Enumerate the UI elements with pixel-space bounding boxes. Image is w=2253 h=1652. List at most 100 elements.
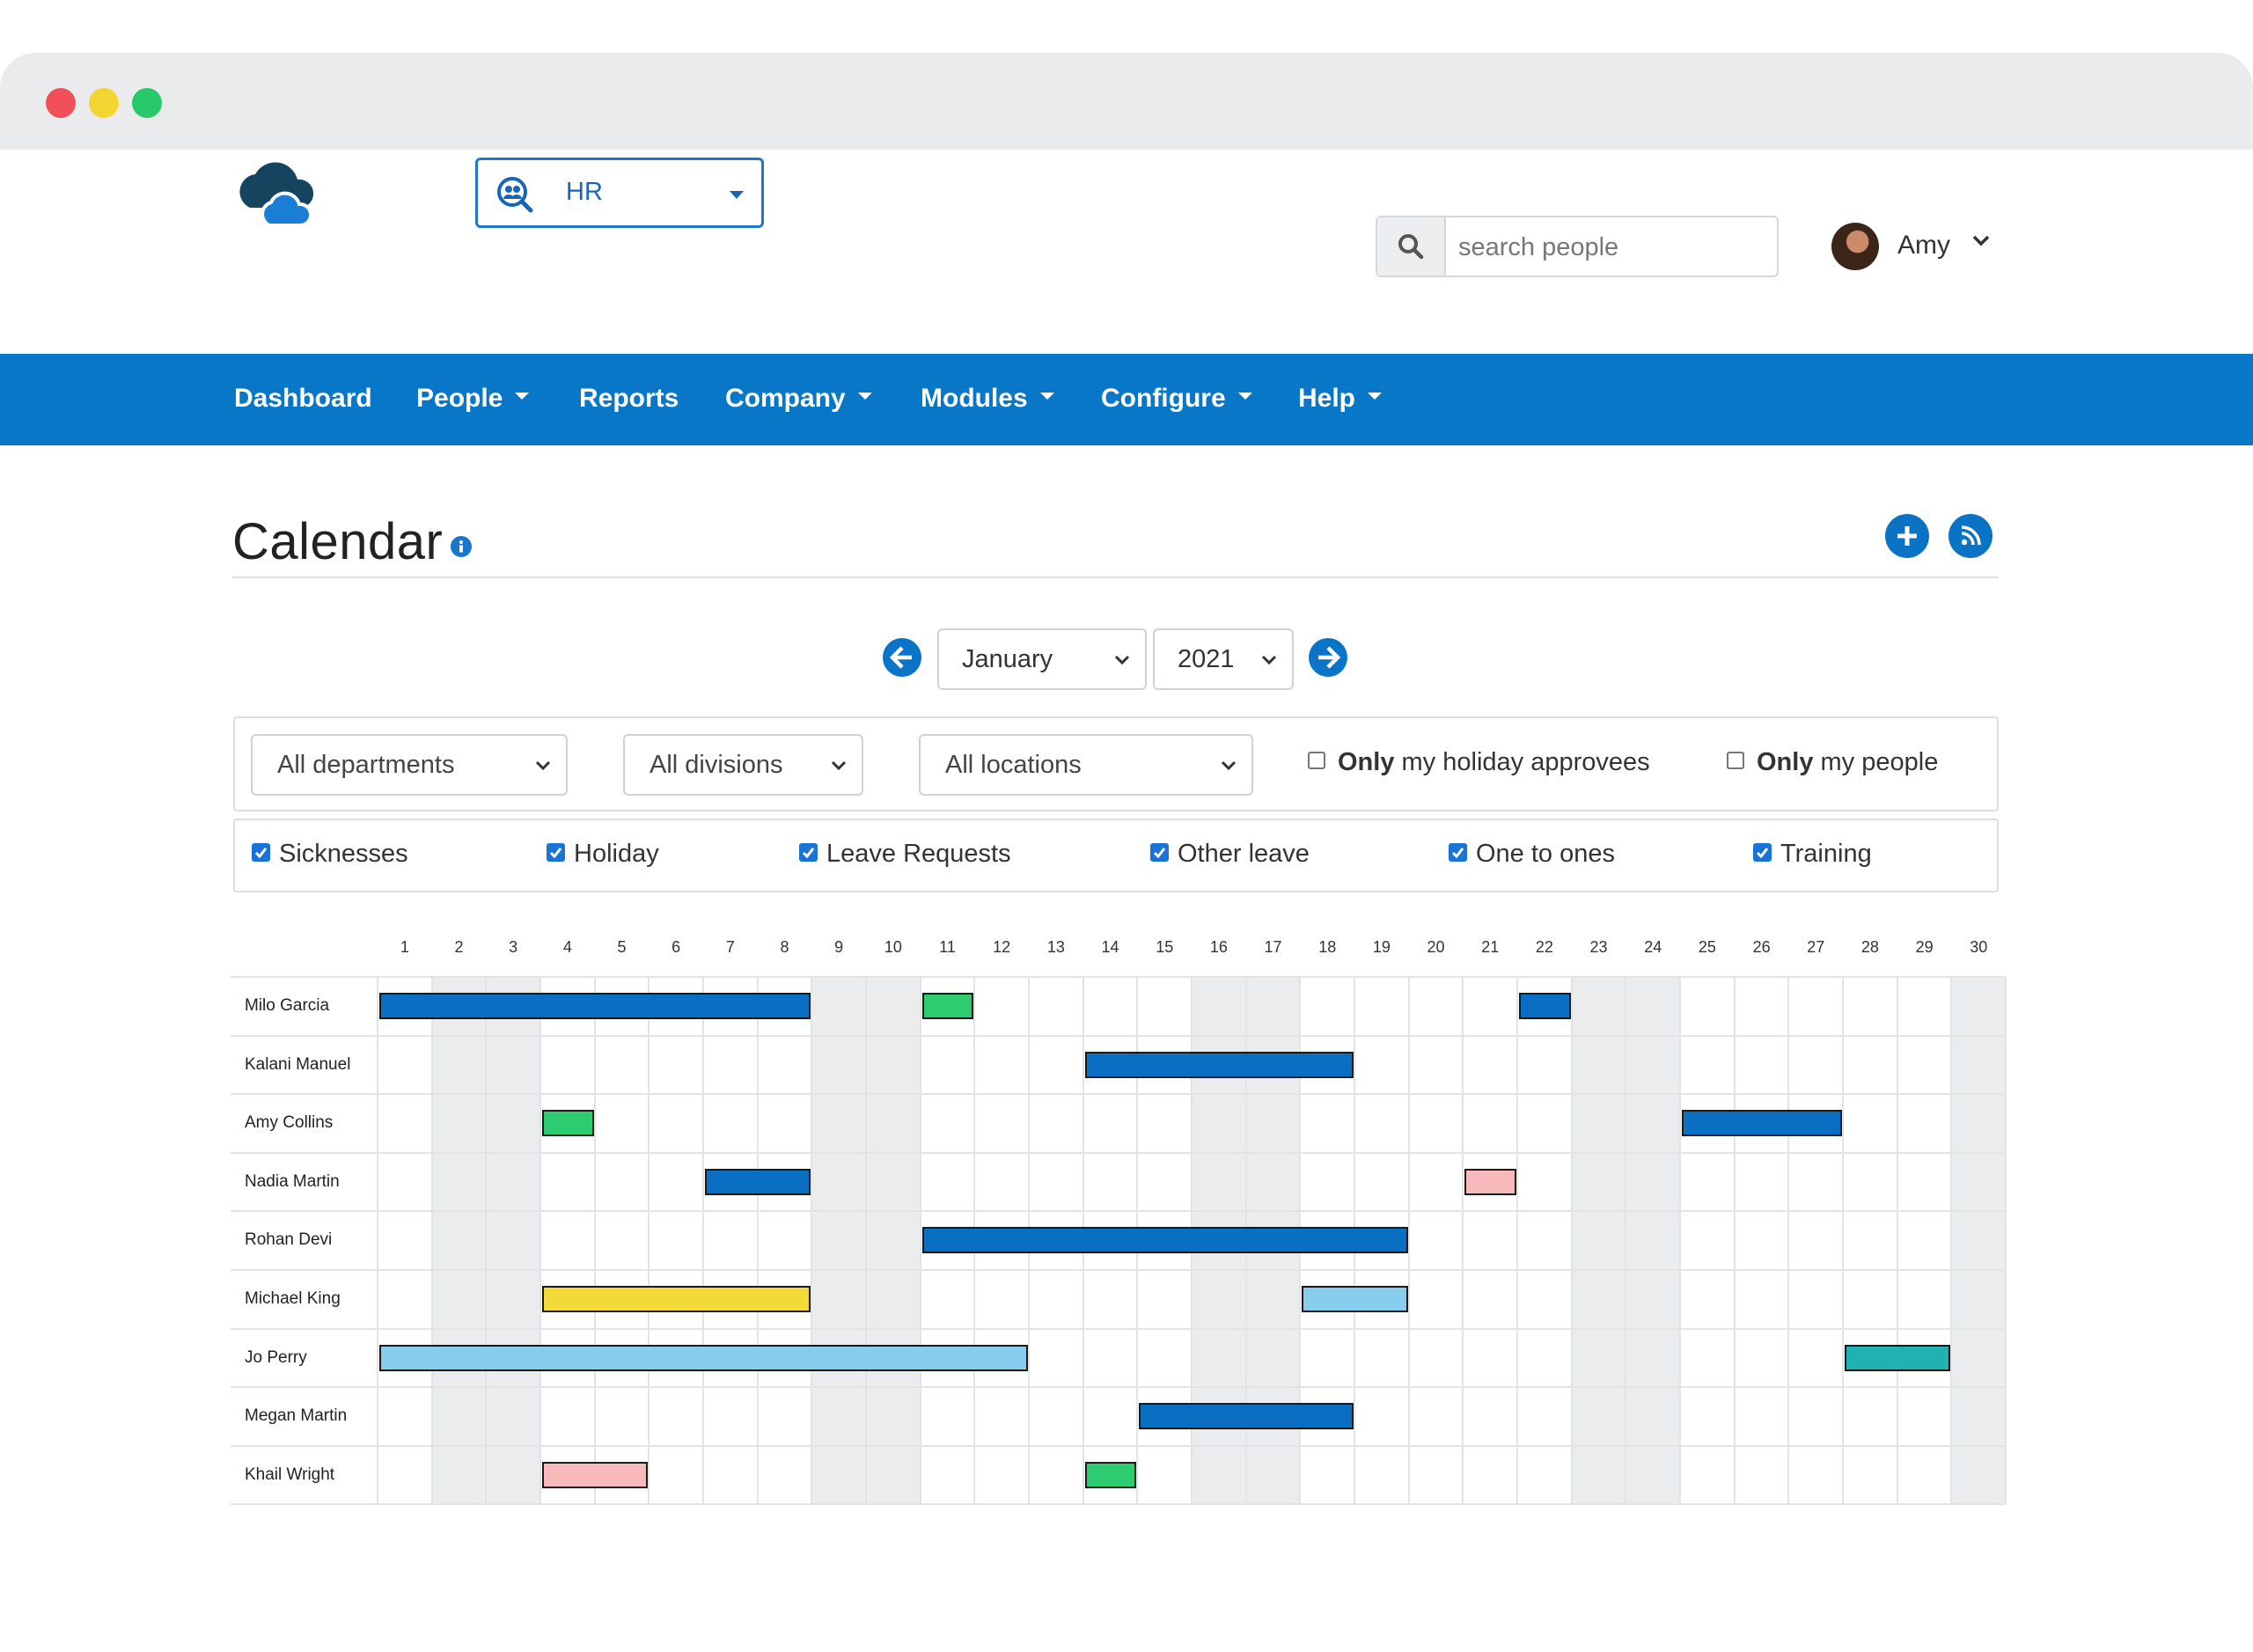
day-number: 14 bbox=[1101, 938, 1119, 956]
grid-row-line bbox=[231, 1503, 2007, 1506]
grid-column-line bbox=[919, 977, 921, 1505]
calendar-event-bar[interactable] bbox=[705, 1168, 811, 1195]
month-select[interactable]: January bbox=[937, 628, 1147, 690]
nav-reports[interactable]: Reports bbox=[579, 384, 679, 414]
type-sicknesses-checkbox[interactable]: Sicknesses bbox=[252, 840, 408, 869]
rss-feed-button[interactable] bbox=[1948, 514, 1992, 558]
person-name[interactable]: Rohan Devi bbox=[245, 1230, 332, 1250]
search-input[interactable] bbox=[1457, 228, 1768, 267]
checkbox-unchecked-icon bbox=[1727, 752, 1744, 770]
grid-column-line bbox=[1733, 977, 1736, 1505]
person-name[interactable]: Jo Perry bbox=[245, 1348, 307, 1368]
day-number: 24 bbox=[1644, 938, 1662, 956]
calendar-event-bar[interactable] bbox=[1139, 1403, 1354, 1430]
year-select[interactable]: 2021 bbox=[1153, 628, 1294, 690]
grid-row-line bbox=[231, 1386, 2007, 1389]
type-training-checkbox[interactable]: Training bbox=[1753, 840, 1872, 869]
checkbox-checked-icon bbox=[252, 842, 270, 862]
day-number: 17 bbox=[1264, 938, 1282, 956]
arrow-left-icon bbox=[889, 646, 912, 669]
weekend-column bbox=[1951, 977, 2007, 1505]
person-name[interactable]: Kalani Manuel bbox=[245, 1055, 350, 1075]
people-search-icon bbox=[497, 177, 533, 213]
day-number: 19 bbox=[1372, 938, 1391, 956]
day-number: 6 bbox=[671, 938, 681, 956]
user-name[interactable]: Amy bbox=[1897, 231, 1950, 261]
day-number: 9 bbox=[834, 938, 844, 956]
grid-column-line bbox=[1570, 977, 1573, 1505]
maximize-window-button[interactable] bbox=[132, 88, 162, 118]
only-holiday-approvees-checkbox[interactable]: Only my holiday approvees bbox=[1308, 748, 1650, 777]
chevron-down-icon[interactable] bbox=[1971, 231, 1991, 250]
minimize-window-button[interactable] bbox=[89, 88, 119, 118]
calendar-event-bar[interactable] bbox=[1682, 1110, 1843, 1137]
window-titlebar bbox=[0, 53, 2253, 150]
info-icon[interactable] bbox=[451, 536, 472, 557]
nav-help[interactable]: Help bbox=[1298, 384, 1383, 414]
division-select[interactable]: All divisions bbox=[623, 734, 863, 796]
checkbox-label-bold: Only bbox=[1338, 748, 1395, 776]
calendar-event-bar[interactable] bbox=[1519, 993, 1571, 1019]
type-other-leave-checkbox[interactable]: Other leave bbox=[1150, 840, 1310, 869]
checkbox-checked-icon bbox=[1449, 842, 1467, 862]
calendar-event-bar[interactable] bbox=[1084, 1461, 1137, 1488]
day-number: 2 bbox=[454, 938, 464, 956]
person-name[interactable]: Nadia Martin bbox=[245, 1172, 340, 1192]
calendar-event-bar[interactable] bbox=[542, 1110, 594, 1137]
type-leave-requests-checkbox[interactable]: Leave Requests bbox=[799, 840, 1011, 869]
grid-row-line bbox=[231, 976, 2007, 978]
chevron-down-icon bbox=[831, 760, 847, 771]
day-number: 11 bbox=[939, 938, 956, 956]
department-select[interactable]: All departments bbox=[251, 734, 568, 796]
only-my-people-checkbox[interactable]: Only my people bbox=[1727, 748, 1938, 777]
grid-column-line bbox=[1679, 977, 1682, 1505]
checkbox-label-bold: Only bbox=[1757, 748, 1814, 776]
checkbox-checked-icon bbox=[1753, 842, 1772, 862]
module-select[interactable]: HR bbox=[475, 158, 764, 228]
calendar-event-bar[interactable] bbox=[1845, 1344, 1951, 1371]
checkbox-label: my holiday approvees bbox=[1394, 748, 1650, 776]
previous-month-button[interactable] bbox=[883, 638, 921, 677]
type-one-to-ones-checkbox[interactable]: One to ones bbox=[1449, 840, 1615, 869]
calendar-event-bar[interactable] bbox=[1302, 1286, 1408, 1312]
type-holiday-checkbox[interactable]: Holiday bbox=[547, 840, 659, 869]
caret-down-icon bbox=[515, 393, 530, 400]
day-number: 26 bbox=[1752, 938, 1771, 956]
search-button[interactable] bbox=[1377, 217, 1446, 275]
person-name[interactable]: Amy Collins bbox=[245, 1113, 333, 1133]
calendar-event-bar[interactable] bbox=[921, 1227, 1408, 1254]
day-number: 12 bbox=[993, 938, 1011, 956]
add-event-button[interactable] bbox=[1885, 514, 1929, 558]
nav-people[interactable]: People bbox=[416, 384, 530, 414]
leave-type-filters bbox=[233, 819, 1999, 892]
close-window-button[interactable] bbox=[46, 88, 76, 118]
grid-row-line bbox=[231, 1444, 2007, 1447]
nav-modules[interactable]: Modules bbox=[921, 384, 1054, 414]
calendar-event-bar[interactable] bbox=[542, 1461, 649, 1488]
calendar-event-bar[interactable] bbox=[1084, 1051, 1354, 1078]
nav-company[interactable]: Company bbox=[725, 384, 872, 414]
next-month-button[interactable] bbox=[1309, 638, 1347, 677]
calendar-event-bar[interactable] bbox=[379, 1344, 1029, 1371]
location-select[interactable]: All locations bbox=[919, 734, 1253, 796]
grid-row-line bbox=[231, 1269, 2007, 1271]
calendar-event-bar[interactable] bbox=[379, 993, 811, 1019]
nav-label: Company bbox=[725, 384, 846, 413]
day-number: 7 bbox=[725, 938, 735, 956]
cloud-logo-icon[interactable] bbox=[232, 153, 320, 232]
checkbox-label: Other leave bbox=[1178, 840, 1310, 868]
person-name[interactable]: Khail Wright bbox=[245, 1465, 334, 1485]
avatar[interactable] bbox=[1831, 223, 1879, 270]
nav-dashboard[interactable]: Dashboard bbox=[234, 384, 372, 414]
calendar-event-bar[interactable] bbox=[542, 1286, 811, 1312]
grid-row-line bbox=[231, 1034, 2007, 1037]
checkbox-label: Holiday bbox=[574, 840, 659, 868]
person-name[interactable]: Michael King bbox=[245, 1289, 341, 1309]
grid-column-line bbox=[756, 977, 759, 1505]
day-number: 29 bbox=[1915, 938, 1934, 956]
person-name[interactable]: Megan Martin bbox=[245, 1406, 347, 1426]
calendar-event-bar[interactable] bbox=[921, 993, 974, 1019]
calendar-event-bar[interactable] bbox=[1464, 1168, 1517, 1195]
nav-configure[interactable]: Configure bbox=[1101, 384, 1252, 414]
person-name[interactable]: Milo Garcia bbox=[245, 996, 329, 1016]
